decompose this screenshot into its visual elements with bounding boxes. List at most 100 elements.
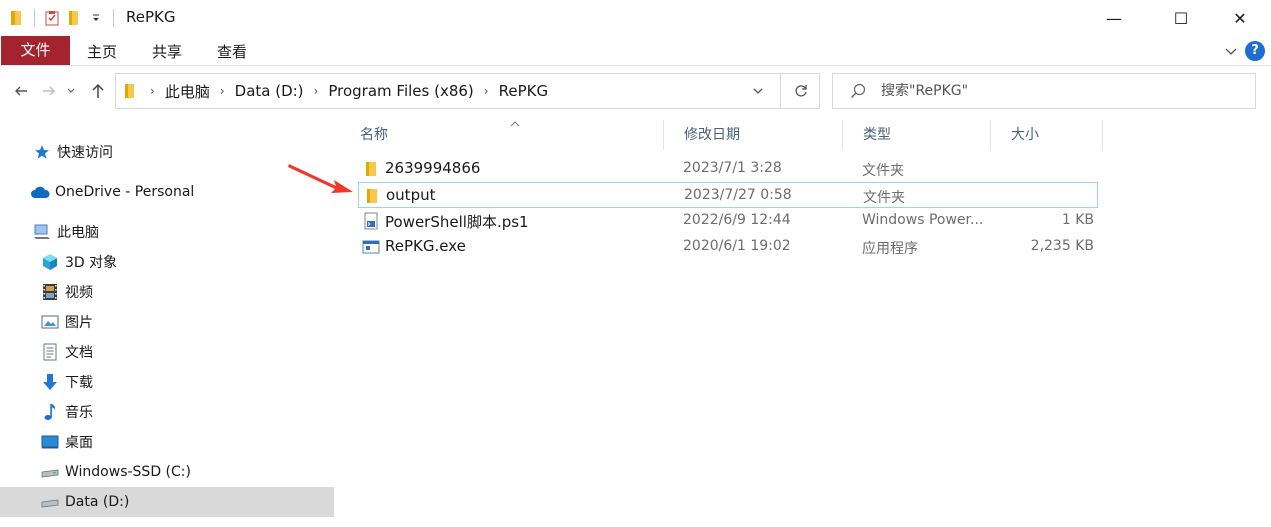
breadcrumb-this-pc[interactable]: 此电脑 [161, 81, 214, 102]
recent-locations-chevron-icon[interactable] [64, 80, 78, 102]
powershell-script-icon [362, 212, 380, 230]
sidebar-item-label: Windows-SSD (C:) [65, 464, 191, 480]
quick-access-toolbar [6, 6, 120, 30]
tab-file[interactable]: 文件 [1, 36, 70, 65]
sidebar-item-label: 视频 [65, 285, 93, 301]
column-divider [1102, 120, 1103, 150]
breadcrumb-program-files[interactable]: Program Files (x86) [324, 82, 477, 100]
navigation-bar: › 此电脑 › Data (D:) › Program Files (x86) … [0, 66, 1271, 116]
sidebar-item-label: 下载 [65, 375, 93, 391]
drive-icon [40, 462, 60, 482]
file-type: 文件夹 [863, 190, 905, 206]
sidebar-item-label: 快速访问 [57, 145, 113, 161]
ribbon-tabs: 文件 主页 共享 查看 ? [0, 36, 1271, 66]
file-type: 应用程序 [862, 241, 918, 257]
minimize-button[interactable]: — [1091, 0, 1137, 36]
file-name: 2639994866 [385, 159, 481, 177]
download-icon [40, 372, 60, 392]
breadcrumb-repkg[interactable]: RePKG [495, 82, 552, 100]
customize-toolbar-icon[interactable] [85, 7, 107, 29]
film-icon [40, 282, 60, 302]
column-header-size[interactable]: 大小 [990, 120, 1102, 150]
sidebar-item-label: OneDrive - Personal [55, 184, 195, 200]
address-bar[interactable]: › 此电脑 › Data (D:) › Program Files (x86) … [115, 73, 820, 109]
folder-icon [363, 187, 381, 205]
sort-ascending-icon [510, 121, 520, 127]
sidebar-item-downloads[interactable]: 下载 [0, 367, 334, 397]
breadcrumb-data-drive[interactable]: Data (D:) [231, 82, 308, 100]
sidebar-item-documents[interactable]: 文档 [0, 337, 334, 367]
file-row-selected[interactable]: output 2023/7/27 0:58 文件夹 [358, 182, 1098, 208]
sidebar-item-windows-ssd[interactable]: Windows-SSD (C:) [0, 457, 334, 487]
title-bar: RePKG — ☐ ✕ [0, 0, 1271, 36]
file-name: PowerShell脚本.ps1 [385, 213, 529, 231]
help-button[interactable]: ? [1245, 41, 1265, 61]
forward-arrow-icon[interactable] [38, 80, 60, 102]
tab-share[interactable]: 共享 [135, 38, 199, 66]
picture-icon [40, 312, 60, 332]
file-date: 2022/6/9 12:44 [683, 212, 791, 228]
sidebar-item-quick-access[interactable]: 快速访问 [0, 137, 334, 167]
window-title: RePKG [126, 8, 176, 26]
column-header-type[interactable]: 类型 [842, 120, 990, 150]
folder-icon [6, 7, 28, 29]
column-header-label: 名称 [360, 127, 388, 143]
chevron-right-icon[interactable]: › [478, 84, 495, 98]
file-date: 2023/7/1 3:28 [683, 160, 782, 176]
exe-icon [362, 238, 380, 256]
file-size: 1 KB [1061, 212, 1094, 228]
sidebar-item-label: Data (D:) [65, 494, 130, 510]
file-name: RePKG.exe [385, 237, 466, 255]
sidebar-item-this-pc[interactable]: 此电脑 [0, 217, 334, 247]
search-input[interactable] [881, 80, 1241, 102]
maximize-button[interactable]: ☐ [1158, 0, 1204, 36]
sidebar-item-data-drive[interactable]: Data (D:) [0, 487, 334, 517]
folder-icon [116, 83, 144, 99]
back-arrow-icon[interactable] [10, 80, 32, 102]
column-header-name[interactable]: 名称 [340, 120, 675, 150]
address-dropdown-icon[interactable] [746, 80, 770, 102]
file-size: 2,235 KB [1030, 238, 1094, 254]
sidebar-item-3d-objects[interactable]: 3D 对象 [0, 247, 334, 277]
properties-icon[interactable] [41, 7, 63, 29]
cube-icon [40, 252, 60, 272]
sidebar-item-label: 音乐 [65, 405, 93, 421]
tab-view[interactable]: 查看 [200, 38, 264, 66]
file-date: 2023/7/27 0:58 [684, 187, 792, 203]
new-folder-icon[interactable] [63, 7, 85, 29]
tab-home[interactable]: 主页 [70, 38, 134, 66]
file-row[interactable]: 2639994866 2023/7/1 3:28 文件夹 [358, 156, 1098, 182]
file-row[interactable]: PowerShell脚本.ps1 2022/6/9 12:44 Windows … [358, 208, 1098, 234]
file-name: output [386, 186, 436, 204]
chevron-right-icon[interactable]: › [308, 84, 325, 98]
file-list: 名称 修改日期 类型 大小 2639994866 2023/7/1 3:28 文… [340, 116, 1271, 527]
chevron-right-icon[interactable]: › [144, 84, 161, 98]
search-icon [849, 82, 869, 102]
sidebar-item-pictures[interactable]: 图片 [0, 307, 334, 337]
expand-ribbon-icon[interactable] [1222, 42, 1240, 60]
music-note-icon [40, 402, 60, 422]
file-type: 文件夹 [862, 163, 904, 179]
sidebar-item-label: 图片 [65, 315, 93, 331]
folder-icon [362, 160, 380, 178]
toolbar-divider [113, 9, 114, 27]
annotation-arrow-icon [288, 164, 353, 193]
desktop-icon [40, 432, 60, 452]
breadcrumb: › 此电脑 › Data (D:) › Program Files (x86) … [116, 74, 552, 108]
computer-icon [32, 222, 52, 242]
refresh-icon [794, 85, 807, 97]
file-row[interactable]: RePKG.exe 2020/6/1 19:02 应用程序 2,235 KB [358, 234, 1098, 260]
sidebar-item-music[interactable]: 音乐 [0, 397, 334, 427]
column-header-date[interactable]: 修改日期 [663, 120, 843, 150]
sidebar-item-desktop[interactable]: 桌面 [0, 427, 334, 457]
drive-icon [40, 492, 60, 512]
refresh-button[interactable] [780, 74, 820, 108]
sidebar-item-onedrive[interactable]: OneDrive - Personal [0, 177, 334, 207]
up-arrow-icon[interactable] [87, 80, 109, 102]
star-icon [32, 142, 52, 162]
search-box[interactable] [832, 73, 1256, 109]
sidebar-item-videos[interactable]: 视频 [0, 277, 334, 307]
chevron-right-icon[interactable]: › [214, 84, 231, 98]
close-button[interactable]: ✕ [1217, 0, 1263, 36]
file-date: 2020/6/1 19:02 [683, 238, 791, 254]
